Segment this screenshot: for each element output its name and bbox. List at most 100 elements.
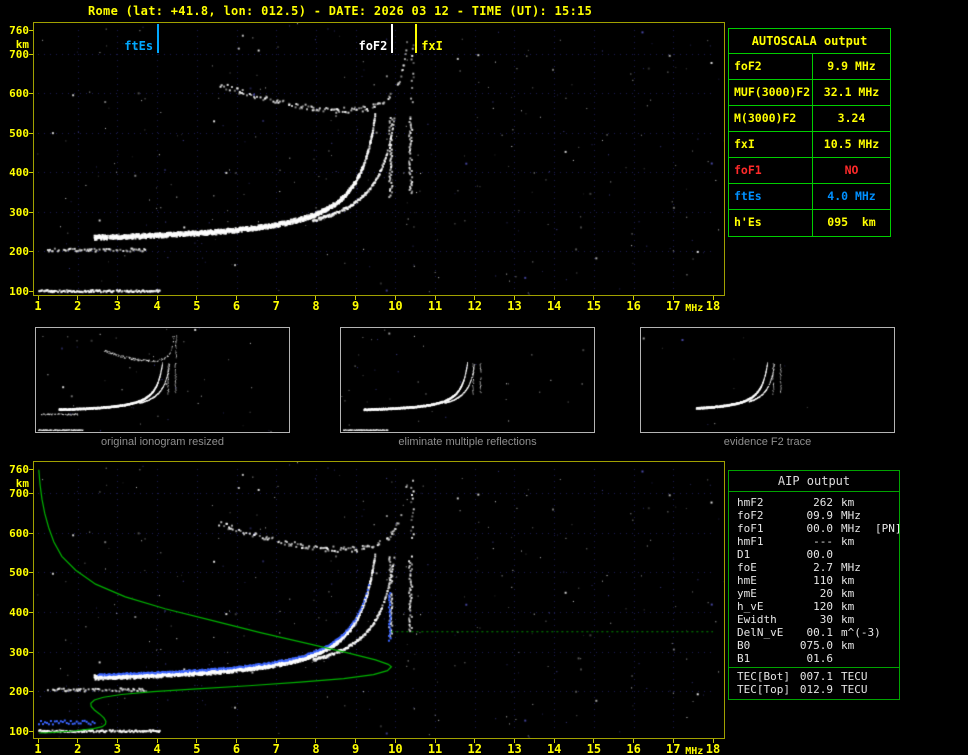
bottom-plot-y-tick xyxy=(29,572,33,574)
thumbnail-caption-no-multiples: eliminate multiple reflections xyxy=(398,436,537,448)
thumbnail-original-canvas xyxy=(36,328,289,432)
autoscala-row-value: 095 km xyxy=(827,215,876,229)
thumbnail-f2-trace xyxy=(640,327,895,433)
bottom-plot-x-tick-label: 8 xyxy=(312,742,320,755)
aip-row-note: [PN] xyxy=(875,522,902,535)
thumbnail-no-multiples-canvas xyxy=(341,328,594,432)
autoscala-row-m3000f2: M(3000)F2 3.24 xyxy=(729,106,890,132)
marker-label-fxi: fxI xyxy=(421,39,443,53)
bottom-ionogram-canvas xyxy=(34,462,724,738)
bottom-plot-y-tick xyxy=(29,731,33,732)
autoscala-window: Rome (lat: +41.8, lon: 012.5) - DATE: 20… xyxy=(0,0,968,755)
aip-row-label: DelN_vE xyxy=(737,626,784,639)
aip-row-unit: MHz xyxy=(841,509,861,522)
aip-row-fof1: foF1 00.0 MHz [PN] xyxy=(729,522,902,535)
bottom-plot-y-tick xyxy=(29,691,33,693)
bottom-plot-x-tick-label: 14 xyxy=(546,742,562,755)
thumbnail-original-ionogram xyxy=(35,327,290,433)
autoscala-row-fof1: foF1 NO xyxy=(729,158,890,184)
top-plot-y-tick xyxy=(29,211,33,213)
bottom-plot-x-tick-label: 9 xyxy=(352,742,360,755)
bottom-plot-y-tick-label: 300 xyxy=(9,645,29,659)
aip-row-delnve: DelN_vE 00.1 m^(-3) xyxy=(729,626,899,639)
autoscala-row-ftes: ftEs 4.0 MHz xyxy=(729,184,890,210)
aip-row-b0: B0 075.0 km xyxy=(729,639,899,652)
top-plot-y-tick-label: 200 xyxy=(9,245,29,259)
aip-row-value: 2.7 xyxy=(813,561,833,574)
aip-row-hve: h_vE 120 km xyxy=(729,600,899,613)
aip-row-b1: B1 01.6 xyxy=(729,652,899,665)
aip-row-value: 007.1 xyxy=(799,670,833,683)
aip-row-label: B1 xyxy=(737,652,751,665)
aip-row-label: D1 xyxy=(737,548,751,561)
thumbnail-f2-trace-canvas xyxy=(641,328,894,432)
top-plot-x-axis-unit: MHz xyxy=(685,303,704,314)
marker-line-fxi xyxy=(415,24,418,53)
top-plot-x-tick-label: 7 xyxy=(272,299,280,313)
autoscala-rows: foF2 9.9 MHz MUF(3000)F2 32.1 MHz M(3000)F2 3… xyxy=(729,54,890,236)
bottom-plot-x-tick-label: 13 xyxy=(507,742,522,755)
aip-row-label: h_vE xyxy=(737,600,764,613)
aip-row-label: hmF2 xyxy=(737,496,764,509)
aip-row-label: Ewidth xyxy=(737,613,777,626)
aip-tec-separator xyxy=(729,667,899,668)
aip-row-unit: TECU xyxy=(841,683,868,696)
bottom-plot-y-tick-label: 100 xyxy=(9,725,29,738)
bottom-plot-y-tick-label: 760 xyxy=(9,463,29,476)
autoscala-panel-title: AUTOSCALA output xyxy=(729,29,890,54)
aip-row-ewidth: Ewidth 30 km xyxy=(729,613,899,626)
marker-label-fof2: foF2 xyxy=(358,39,388,53)
aip-row-unit: TECU xyxy=(841,670,868,683)
aip-row-label: B0 xyxy=(737,639,751,652)
thumbnail-caption-original: original ionogram resized xyxy=(101,436,224,448)
bottom-plot-y-tick xyxy=(29,492,33,494)
top-plot-y-tick xyxy=(29,30,33,31)
aip-row-tectop: TEC[Top] 012.9 TECU xyxy=(729,683,899,696)
top-plot-y-tick xyxy=(29,251,33,253)
aip-row-value: 30 xyxy=(819,613,833,626)
aip-row-value: 00.1 xyxy=(806,626,834,639)
aip-row-value: 120 xyxy=(813,600,833,613)
bottom-plot-x-tick-label: 6 xyxy=(232,742,241,755)
aip-row-tecbot: TEC[Bot] 007.1 TECU xyxy=(729,670,899,683)
top-plot-y-tick xyxy=(29,53,33,55)
bottom-plot-x-tick-label: 5 xyxy=(193,742,201,755)
top-plot-x-tick-label: 17 xyxy=(666,299,681,313)
aip-row-unit: km xyxy=(841,535,855,548)
aip-row-unit: km xyxy=(841,600,855,613)
bottom-plot-x-tick-label: 15 xyxy=(586,742,602,755)
top-plot-x-tick-label: 15 xyxy=(586,299,602,313)
aip-row-label: hmF1 xyxy=(737,535,764,548)
aip-row-label: foF1 xyxy=(737,522,764,535)
autoscala-row-label: foF1 xyxy=(729,158,813,183)
top-plot-x-tick-label: 1 xyxy=(34,299,42,313)
bottom-plot-y-tick-label: 400 xyxy=(9,605,29,619)
top-plot-x-tick-label: 5 xyxy=(193,299,201,313)
aip-row-hmf2: hmF2 262 km xyxy=(729,496,899,509)
autoscala-row-value: 3.24 xyxy=(837,111,866,125)
aip-row-value: 00.0 xyxy=(806,522,834,535)
marker-label-ftes: ftEs xyxy=(124,39,154,53)
aip-row-unit: m^(-3) xyxy=(841,626,881,639)
top-plot-x-tick-label: 2 xyxy=(74,299,82,313)
top-plot-y-tick-label: 100 xyxy=(9,285,29,298)
aip-row-unit: MHz xyxy=(841,561,861,574)
bottom-plot-x-tick-label: 7 xyxy=(272,742,280,755)
thumbnail-caption-f2-trace: evidence F2 trace xyxy=(723,436,812,448)
bottom-plot-x-tick-label: 11 xyxy=(427,742,443,755)
bottom-plot-x-tick-label: 16 xyxy=(626,742,641,755)
bottom-plot-x-tick-label: 1 xyxy=(34,742,42,755)
bottom-plot-y-tick xyxy=(29,651,33,653)
aip-row-yme: ymE 20 km xyxy=(729,587,899,600)
autoscala-row-value: 4.0 MHz xyxy=(827,189,876,203)
top-plot-x-tick-label: 8 xyxy=(312,299,320,313)
autoscala-row-value: 32.1 MHz xyxy=(823,85,880,99)
aip-row-value: 110 xyxy=(813,574,833,587)
bottom-plot-x-tick-label: 18 xyxy=(705,742,721,755)
aip-panel-title: AIP output xyxy=(729,471,899,492)
aip-row-value: 075.0 xyxy=(799,639,833,652)
top-plot-x-tick-label: 14 xyxy=(546,299,562,313)
aip-rows: hmF2 262 km foF2 09.9 MHz foF1 00.0 MHz [PN] hmF1 -… xyxy=(729,492,902,699)
aip-row-value: 01.6 xyxy=(806,652,834,665)
top-plot-y-tick xyxy=(29,172,33,174)
